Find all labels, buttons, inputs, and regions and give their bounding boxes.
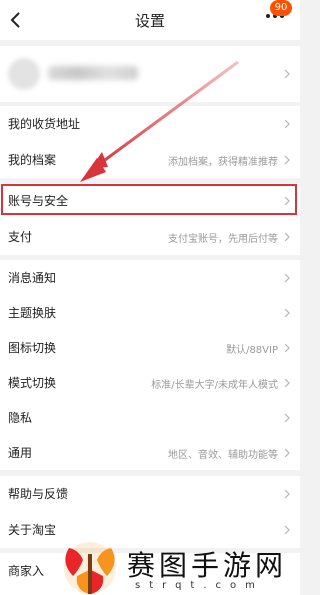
- row-themes[interactable]: 主题换肤: [0, 295, 300, 331]
- row-label: 我的收货地址: [8, 117, 81, 131]
- chevron-right-icon: [284, 378, 290, 388]
- row-label: 支付: [8, 230, 33, 244]
- row-label: 消息通知: [8, 271, 57, 285]
- row-my-profile[interactable]: 我的档案 添加档案，获得精准推荐: [0, 142, 300, 178]
- username-blurred: [48, 66, 138, 80]
- highlight-box: [1, 184, 297, 215]
- chevron-right-icon: [284, 119, 290, 129]
- row-hint: 支付宝账号，先用后付等: [168, 234, 278, 245]
- chevron-right-icon: [284, 448, 290, 458]
- row-privacy[interactable]: 隐私: [0, 400, 300, 436]
- chevron-right-icon: [284, 489, 290, 499]
- row-hint: 地区、音效、辅助功能等: [168, 450, 278, 461]
- chevron-right-icon: [284, 232, 290, 242]
- row-label: 模式切换: [8, 376, 57, 390]
- row-label: 帮助与反馈: [8, 487, 69, 501]
- row-hint: 默认/88VIP: [226, 345, 278, 356]
- row-icon-switch[interactable]: 图标切换 默认/88VIP: [0, 330, 300, 366]
- row-label: 隐私: [8, 411, 33, 425]
- row-label: 商家入: [8, 564, 45, 578]
- chevron-right-icon: [284, 343, 290, 353]
- chevron-right-icon: [284, 525, 290, 535]
- chevron-right-icon: [284, 308, 290, 318]
- watermark-text: 赛图手游网: [127, 549, 288, 582]
- settings-group-preferences: 消息通知 主题换肤 图标切换 默认/88VIP 模式切换 标准/长辈大字/未成年…: [0, 260, 300, 470]
- chevron-right-icon: [284, 273, 290, 283]
- settings-group-help: 帮助与反馈 关于淘宝: [0, 476, 300, 548]
- row-label: 关于淘宝: [8, 523, 57, 537]
- chevron-right-icon: [284, 69, 290, 79]
- row-help-feedback[interactable]: 帮助与反馈: [0, 476, 300, 512]
- row-mode-switch[interactable]: 模式切换 标准/长辈大字/未成年人模式: [0, 365, 300, 401]
- row-label: 图标切换: [8, 341, 57, 355]
- watermark: 赛图手游网 strqt.com: [55, 540, 300, 595]
- top-bar: 设置 90: [0, 0, 300, 40]
- row-payment[interactable]: 支付 支付宝账号，先用后付等: [0, 219, 300, 255]
- row-label: 主题换肤: [8, 306, 57, 320]
- watermark-logo-icon: [64, 542, 116, 594]
- notification-badge: 90: [270, 0, 292, 16]
- chevron-right-icon: [284, 155, 290, 165]
- row-label: 通用: [8, 446, 33, 460]
- watermark-subtext: strqt.com: [135, 580, 264, 591]
- row-shipping-address[interactable]: 我的收货地址: [0, 106, 300, 142]
- profile-row[interactable]: [0, 46, 300, 102]
- row-hint: 添加档案，获得精准推荐: [168, 157, 278, 168]
- chevron-right-icon: [284, 413, 290, 423]
- row-label: 我的档案: [8, 153, 57, 167]
- row-general[interactable]: 通用 地区、音效、辅助功能等: [0, 435, 300, 471]
- page-title: 设置: [134, 12, 165, 30]
- avatar: [8, 58, 40, 90]
- row-notifications[interactable]: 消息通知: [0, 260, 300, 296]
- row-hint: 标准/长辈大字/未成年人模式: [151, 380, 278, 391]
- settings-group-account: 我的收货地址 我的档案 添加档案，获得精准推荐: [0, 106, 300, 178]
